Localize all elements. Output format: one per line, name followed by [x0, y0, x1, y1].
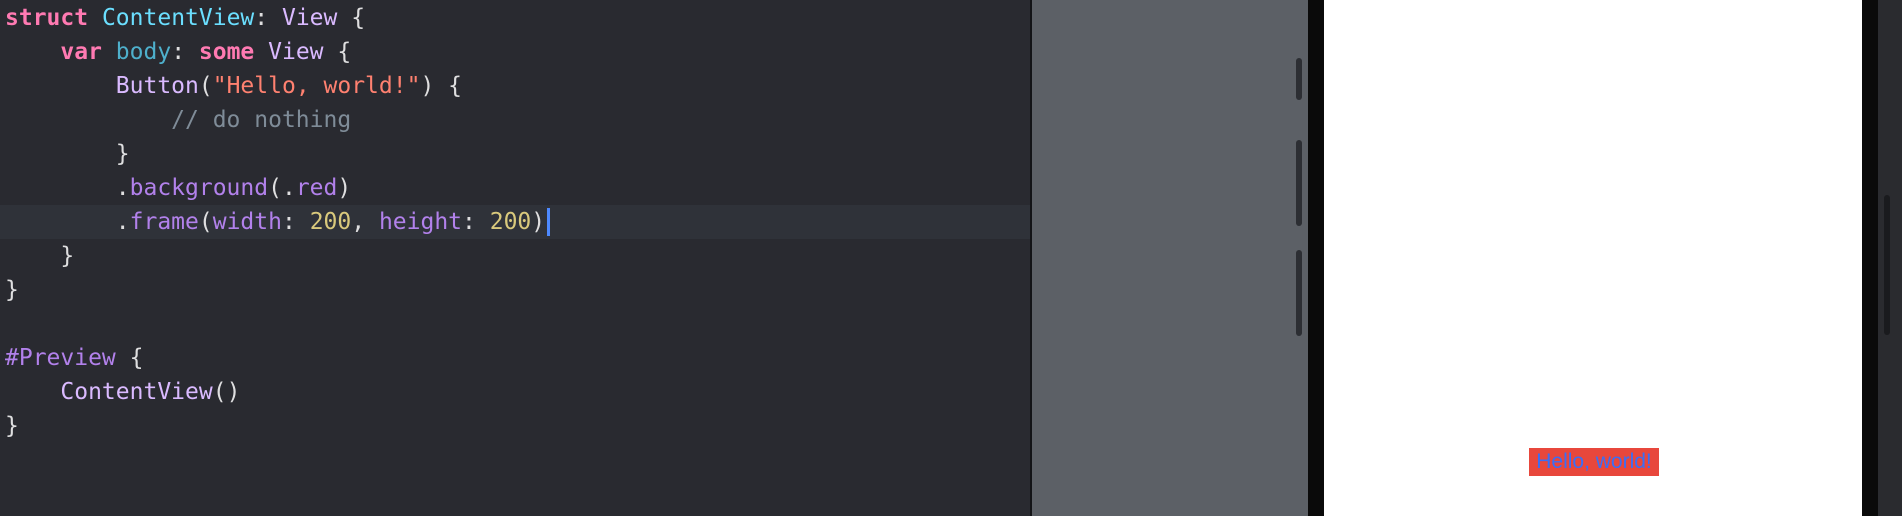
code-line[interactable]: struct ContentView: View { — [0, 1, 1030, 35]
device-bezel-left — [1308, 0, 1324, 516]
code-token: ( — [198, 209, 213, 235]
code-token: struct — [5, 5, 89, 31]
code-token: 200 — [489, 209, 532, 235]
code-token: { — [115, 345, 144, 371]
code-token: frame — [129, 209, 199, 235]
code-token: some — [198, 39, 255, 65]
code-token: ContentView — [101, 5, 255, 31]
code-token: : — [171, 39, 199, 65]
code-token: height — [378, 209, 463, 235]
code-line[interactable]: } — [0, 239, 1030, 273]
code-line[interactable]: . background (. red) — [0, 171, 1030, 205]
code-token: var — [60, 39, 102, 65]
preview-right-edge — [1878, 0, 1902, 516]
code-token: : — [462, 209, 490, 235]
code-token: body — [115, 39, 172, 65]
code-line[interactable] — [0, 307, 1030, 341]
code-token: ContentView — [60, 379, 213, 405]
canvas-scroll-marker[interactable] — [1296, 140, 1302, 226]
code-token: Button — [115, 73, 199, 99]
code-line[interactable]: } — [0, 409, 1030, 443]
code-line[interactable]: } — [0, 273, 1030, 307]
code-token: } — [5, 277, 19, 303]
device-preview-screen — [1324, 0, 1862, 516]
code-token: } — [5, 413, 19, 439]
code-token: "Hello, world!" — [212, 73, 421, 99]
code-token: } — [5, 243, 75, 269]
code-token: ) { — [420, 73, 462, 99]
code-token: #Preview — [5, 345, 116, 371]
code-token: ( — [198, 73, 213, 99]
device-bezel-right — [1862, 0, 1878, 516]
code-token: ) — [337, 175, 352, 201]
code-token: // do nothing — [171, 107, 352, 133]
code-token: , — [351, 209, 379, 235]
code-line[interactable]: #Preview { — [0, 341, 1030, 375]
hello-world-button[interactable]: Hello, world! — [1529, 448, 1659, 476]
code-token: red — [295, 175, 338, 201]
code-token: View — [281, 5, 338, 31]
code-token: } — [5, 141, 130, 167]
preview-scrollbar[interactable] — [1884, 195, 1890, 335]
code-token: : — [254, 5, 282, 31]
code-line[interactable]: . frame(width: 200, height: 200) — [0, 205, 1030, 239]
code-token: width — [212, 209, 282, 235]
code-token: { — [323, 39, 352, 65]
code-token: ) — [531, 209, 546, 235]
code-token: View — [268, 39, 324, 65]
text-caret — [547, 208, 551, 236]
code-line[interactable]: Button("Hello, world!") { — [0, 69, 1030, 103]
preview-canvas — [1032, 0, 1308, 516]
code-token: () — [212, 379, 241, 405]
canvas-scroll-marker[interactable] — [1296, 250, 1302, 336]
code-line[interactable]: var body: some View { — [0, 35, 1030, 69]
code-token: 200 — [309, 209, 352, 235]
code-token: . — [5, 175, 130, 201]
code-token: . — [5, 209, 130, 235]
code-line[interactable]: // do nothing — [0, 103, 1030, 137]
code-line[interactable]: } — [0, 137, 1030, 171]
code-token: : — [281, 209, 310, 235]
code-token: (. — [268, 175, 296, 201]
canvas-scroll-marker[interactable] — [1296, 58, 1302, 100]
code-editor[interactable]: struct ContentView: View { var body: som… — [0, 0, 1030, 516]
code-token: background — [129, 175, 269, 201]
code-line[interactable]: ContentView() — [0, 375, 1030, 409]
code-token: { — [337, 5, 366, 31]
